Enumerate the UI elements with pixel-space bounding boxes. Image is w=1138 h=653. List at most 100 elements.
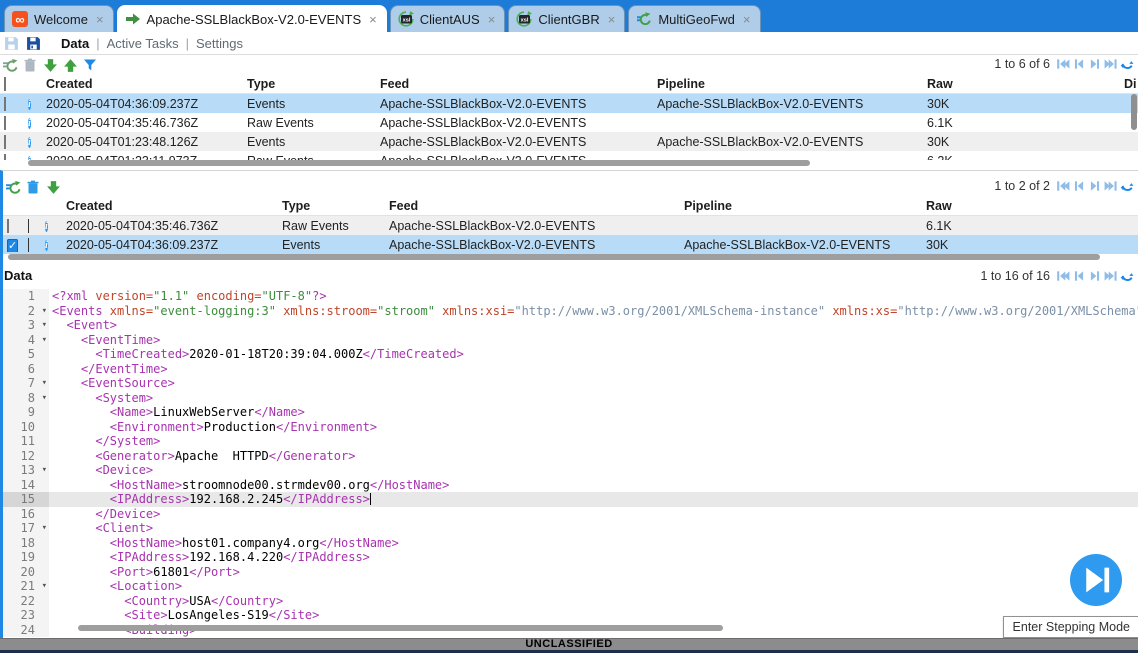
close-icon[interactable]: × — [743, 12, 751, 27]
first-page-icon[interactable] — [1056, 269, 1070, 283]
fold-icon[interactable]: ▾ — [42, 463, 47, 478]
info-icon[interactable]: i — [28, 118, 31, 129]
tab-clientaus[interactable]: xsl ClientAUS × — [390, 5, 506, 32]
first-page-icon[interactable] — [1056, 57, 1070, 71]
tab-welcome[interactable]: ∞ Welcome × — [4, 5, 114, 32]
tab-apache-events[interactable]: Apache-SSLBlackBox-V2.0-EVENTS × — [117, 5, 387, 32]
table-row[interactable]: i 2020-05-04T01:23:11.973Z Raw Events Ap… — [0, 151, 1138, 160]
tab-data[interactable]: Data — [61, 36, 89, 51]
column-header: Pipeline — [684, 199, 926, 213]
last-page-icon[interactable] — [1104, 179, 1118, 193]
fold-icon[interactable]: ▾ — [42, 391, 47, 406]
code-line[interactable]: 15 <IPAddress>192.168.2.245</IPAddress> — [3, 492, 1138, 507]
code-line[interactable]: 11 </System> — [3, 434, 1138, 449]
code-line[interactable]: 10 <Environment>Production</Environment> — [3, 420, 1138, 435]
save-icon[interactable] — [4, 36, 19, 51]
prev-page-icon[interactable] — [1072, 269, 1086, 283]
horizontal-scrollbar[interactable] — [8, 254, 1100, 260]
column-header: Feed — [389, 199, 684, 213]
vertical-scrollbar[interactable] — [1131, 94, 1137, 130]
fold-icon[interactable]: ▾ — [42, 521, 47, 536]
close-icon[interactable]: × — [488, 12, 496, 27]
stepping-mode-button[interactable] — [1070, 554, 1122, 606]
code-line[interactable]: 7▾ <EventSource> — [3, 376, 1138, 391]
horizontal-scrollbar[interactable] — [78, 625, 723, 631]
row-checkbox[interactable] — [4, 97, 6, 111]
tab-active-tasks[interactable]: Active Tasks — [107, 36, 179, 51]
code-line[interactable]: 3▾ <Event> — [3, 318, 1138, 333]
tab-clientgbr[interactable]: xsl ClientGBR × — [508, 5, 625, 32]
next-page-icon[interactable] — [1088, 269, 1102, 283]
info-icon[interactable]: i — [45, 240, 48, 251]
code-editor[interactable]: 1<?xml version="1.1" encoding="UTF-8"?>2… — [3, 289, 1138, 639]
row-checkbox-checked[interactable]: ✓ — [7, 239, 18, 252]
info-icon[interactable]: i — [28, 99, 31, 110]
table-row[interactable]: i 2020-05-04T01:23:48.126Z Events Apache… — [0, 132, 1138, 151]
row-checkbox[interactable] — [4, 154, 6, 161]
horizontal-scrollbar[interactable] — [28, 160, 810, 166]
save-all-icon[interactable] — [26, 36, 41, 51]
table-row[interactable]: i 2020-05-04T04:36:09.237Z Events Apache… — [0, 94, 1138, 113]
code-line[interactable]: 22 <Country>USA</Country> — [3, 594, 1138, 609]
process-icon[interactable] — [6, 180, 21, 195]
code-line[interactable]: 21▾ <Location> — [3, 579, 1138, 594]
info-icon[interactable]: i — [45, 221, 48, 232]
code-line[interactable]: 6 </EventTime> — [3, 362, 1138, 377]
code-line[interactable]: 16 </Device> — [3, 507, 1138, 522]
table-row[interactable]: ✓ i 2020-05-04T04:36:09.237Z Events Apac… — [3, 235, 1138, 254]
prev-page-icon[interactable] — [1072, 179, 1086, 193]
code-line[interactable]: 2▾<Events xmlns="event-logging:3" xmlns:… — [3, 304, 1138, 319]
delete-icon[interactable] — [26, 180, 41, 195]
code-line[interactable]: 23 <Site>LosAngeles-S19</Site> — [3, 608, 1138, 623]
code-line[interactable]: 18 <HostName>host01.company4.org</HostNa… — [3, 536, 1138, 551]
refresh-icon[interactable] — [1120, 57, 1134, 71]
expander-icon[interactable] — [28, 238, 29, 252]
code-line[interactable]: 14 <HostName>stroomnode00.strmdev00.org<… — [3, 478, 1138, 493]
next-page-icon[interactable] — [1088, 179, 1102, 193]
column-header: Type — [247, 77, 380, 91]
refresh-icon[interactable] — [1120, 269, 1134, 283]
filter-icon[interactable] — [83, 58, 98, 73]
table-row[interactable]: i 2020-05-04T04:35:46.736Z Raw Events Ap… — [3, 216, 1138, 235]
code-line[interactable]: 9 <Name>LinuxWebServer</Name> — [3, 405, 1138, 420]
code-line[interactable]: 8▾ <System> — [3, 391, 1138, 406]
next-page-icon[interactable] — [1088, 57, 1102, 71]
expander-icon[interactable] — [28, 219, 29, 233]
move-down-icon[interactable] — [43, 58, 58, 73]
raw-cell: 6.1K — [926, 219, 1138, 233]
row-checkbox[interactable] — [4, 116, 6, 130]
code-line[interactable]: 1<?xml version="1.1" encoding="UTF-8"?> — [3, 289, 1138, 304]
code-line[interactable]: 13▾ <Device> — [3, 463, 1138, 478]
download-icon[interactable] — [46, 180, 61, 195]
last-page-icon[interactable] — [1104, 57, 1118, 71]
close-icon[interactable]: × — [608, 12, 616, 27]
close-icon[interactable]: × — [369, 12, 377, 27]
table-row[interactable]: i 2020-05-04T04:35:46.736Z Raw Events Ap… — [0, 113, 1138, 132]
code-line[interactable]: 12 <Generator>Apache HTTPD</Generator> — [3, 449, 1138, 464]
tab-multigeofwd[interactable]: MultiGeoFwd × — [628, 5, 760, 32]
tab-settings[interactable]: Settings — [196, 36, 243, 51]
last-page-icon[interactable] — [1104, 269, 1118, 283]
code-line[interactable]: 5 <TimeCreated>2020-01-18T20:39:04.000Z<… — [3, 347, 1138, 362]
first-page-icon[interactable] — [1056, 179, 1070, 193]
row-checkbox[interactable] — [7, 219, 9, 233]
info-icon[interactable]: i — [28, 137, 31, 148]
fold-icon[interactable]: ▾ — [42, 376, 47, 391]
fold-icon[interactable]: ▾ — [42, 333, 47, 348]
fold-icon[interactable]: ▾ — [42, 318, 47, 333]
move-up-icon[interactable] — [63, 58, 78, 73]
stroom-app: ∞ Welcome × Apache-SSLBlackBox-V2.0-EVEN… — [0, 0, 1138, 653]
code-line[interactable]: 17▾ <Client> — [3, 521, 1138, 536]
refresh-icon[interactable] — [1120, 179, 1134, 193]
fold-icon[interactable]: ▾ — [42, 304, 47, 319]
select-all-checkbox[interactable] — [4, 77, 6, 91]
code-line[interactable]: 19 <IPAddress>192.168.4.220</IPAddress> — [3, 550, 1138, 565]
close-icon[interactable]: × — [96, 12, 104, 27]
row-checkbox[interactable] — [4, 135, 6, 149]
code-line[interactable]: 4▾ <EventTime> — [3, 333, 1138, 348]
fold-icon[interactable]: ▾ — [42, 579, 47, 594]
delete-icon[interactable] — [23, 58, 38, 73]
prev-page-icon[interactable] — [1072, 57, 1086, 71]
code-line[interactable]: 20 <Port>61801</Port> — [3, 565, 1138, 580]
process-icon[interactable] — [3, 58, 18, 73]
